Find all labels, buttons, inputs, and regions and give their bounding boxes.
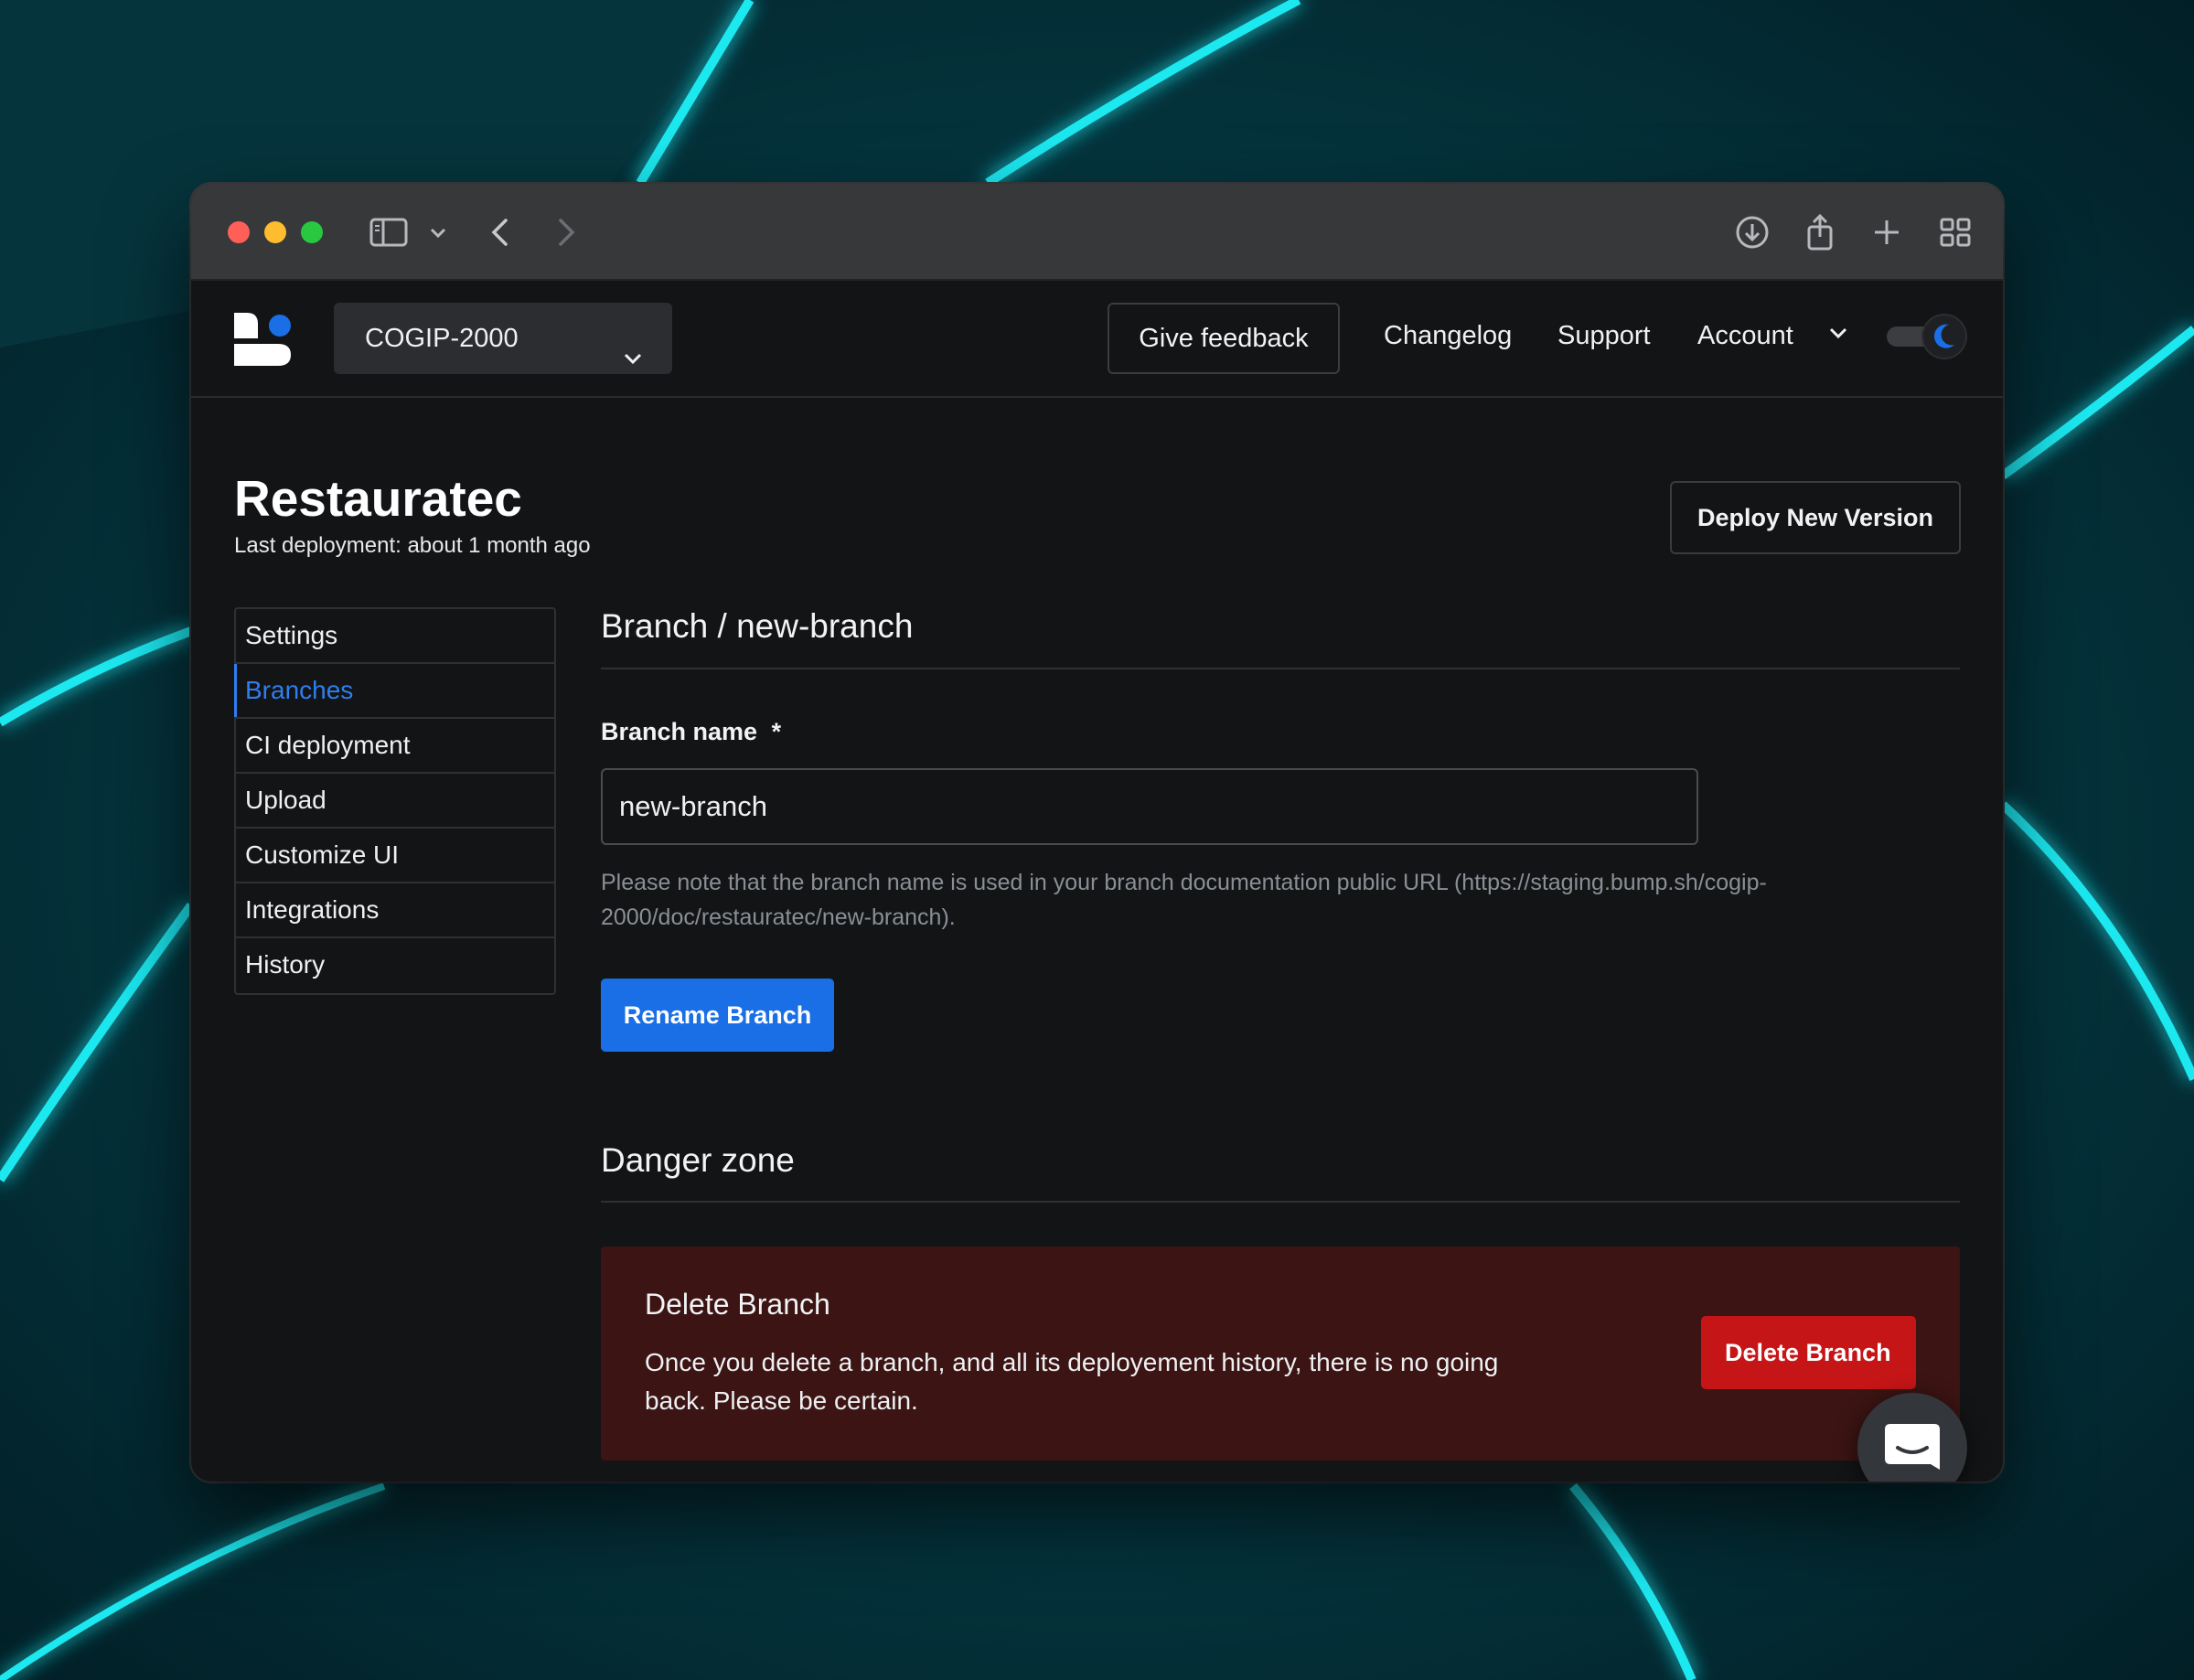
branch-heading: Branch / new-branch bbox=[601, 607, 914, 645]
sidebar-item-settings[interactable]: Settings bbox=[236, 609, 554, 664]
account-menu[interactable]: Account bbox=[1697, 321, 1850, 352]
account-menu-label: Account bbox=[1697, 321, 1793, 350]
tab-overview-icon[interactable] bbox=[1934, 211, 1976, 253]
share-icon[interactable] bbox=[1799, 211, 1841, 253]
bump-logo[interactable] bbox=[234, 313, 291, 366]
deploy-new-version-button[interactable]: Deploy New Version bbox=[1670, 481, 1961, 554]
download-icon[interactable] bbox=[1731, 211, 1773, 253]
chat-widget-button[interactable] bbox=[1857, 1393, 1967, 1482]
dark-mode-toggle[interactable] bbox=[1885, 314, 1967, 359]
chevron-down-icon[interactable] bbox=[427, 211, 449, 253]
chevron-down-icon bbox=[1826, 321, 1850, 352]
organization-selector-value: COGIP-2000 bbox=[365, 324, 519, 353]
new-tab-icon[interactable] bbox=[1866, 211, 1908, 253]
sidebar-toggle-icon[interactable] bbox=[368, 211, 410, 253]
rename-branch-button[interactable]: Rename Branch bbox=[601, 979, 834, 1052]
last-deployment-text: Last deployment: about 1 month ago bbox=[234, 533, 591, 558]
back-arrow-icon[interactable] bbox=[480, 211, 522, 253]
chevron-down-icon bbox=[621, 326, 645, 365]
delete-branch-panel: Delete Branch Once you delete a branch, … bbox=[601, 1247, 1960, 1461]
delete-branch-label: Delete Branch bbox=[1725, 1339, 1891, 1366]
sidebar-item-ci-deployment[interactable]: CI deployment bbox=[236, 719, 554, 774]
delete-branch-description: Once you delete a branch, and all its de… bbox=[645, 1348, 1499, 1415]
close-window-button[interactable] bbox=[228, 221, 250, 243]
page-content: Restauratec Last deployment: about 1 mon… bbox=[191, 398, 2003, 1482]
deploy-new-version-label: Deploy New Version bbox=[1696, 504, 1934, 531]
branch-name-label-text: Branch name bbox=[601, 718, 758, 745]
sidebar-item-integrations[interactable]: Integrations bbox=[236, 883, 554, 938]
delete-branch-title: Delete Branch bbox=[645, 1288, 830, 1321]
rename-branch-label: Rename Branch bbox=[623, 1001, 812, 1029]
forward-arrow-icon[interactable] bbox=[544, 211, 586, 253]
chat-icon bbox=[1885, 1424, 1940, 1470]
delete-branch-button[interactable]: Delete Branch bbox=[1701, 1316, 1916, 1389]
sidebar-item-branches[interactable]: Branches bbox=[234, 664, 554, 719]
changelog-link[interactable]: Changelog bbox=[1384, 321, 1512, 351]
branch-name-label: Branch name * bbox=[601, 718, 781, 746]
heading-divider bbox=[601, 668, 1960, 669]
browser-window: COGIP-2000 Give feedback Changelog Suppo… bbox=[191, 184, 2003, 1482]
organization-selector[interactable]: COGIP-2000 bbox=[334, 303, 672, 374]
required-mark: * bbox=[771, 718, 782, 745]
danger-zone-divider bbox=[601, 1201, 1960, 1203]
support-link[interactable]: Support bbox=[1557, 321, 1651, 351]
sidebar-item-history[interactable]: History bbox=[236, 938, 554, 993]
settings-sidebar: Settings Branches CI deployment Upload C… bbox=[234, 607, 556, 995]
danger-zone-heading: Danger zone bbox=[601, 1141, 795, 1179]
page-title: Restauratec bbox=[234, 470, 522, 527]
minimize-window-button[interactable] bbox=[264, 221, 286, 243]
zoom-window-button[interactable] bbox=[301, 221, 323, 243]
browser-toolbar bbox=[191, 184, 2003, 281]
give-feedback-label: Give feedback bbox=[1139, 324, 1309, 353]
give-feedback-button[interactable]: Give feedback bbox=[1108, 303, 1340, 374]
app-header: COGIP-2000 Give feedback Changelog Suppo… bbox=[191, 281, 2003, 398]
sidebar-item-customize-ui[interactable]: Customize UI bbox=[236, 829, 554, 883]
branch-name-help: Please note that the branch name is used… bbox=[601, 870, 1767, 930]
branch-name-input[interactable] bbox=[601, 768, 1698, 845]
sidebar-item-upload[interactable]: Upload bbox=[236, 774, 554, 829]
